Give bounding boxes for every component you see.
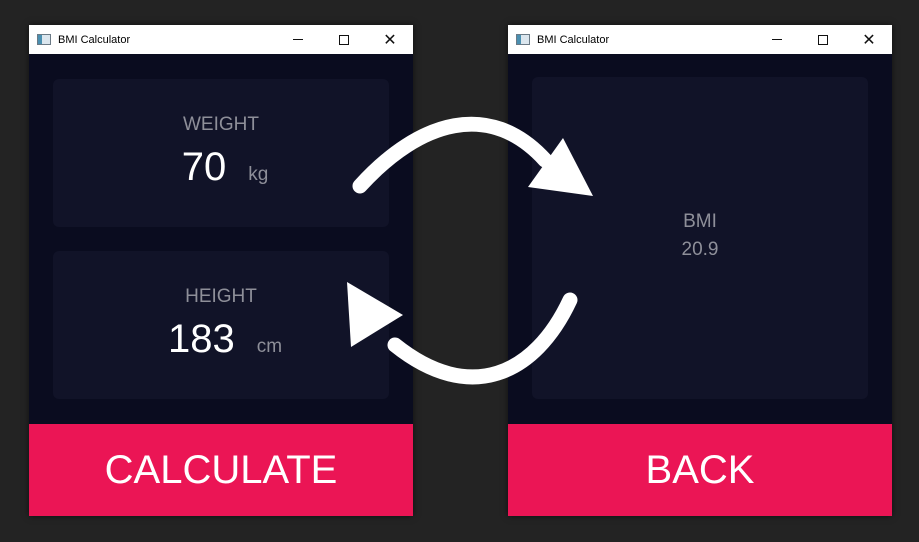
result-window: BMI Calculator ✕ BMI 20.9 BACK bbox=[508, 25, 892, 516]
back-button[interactable]: BACK bbox=[508, 424, 892, 516]
close-icon[interactable]: ✕ bbox=[846, 25, 892, 54]
height-unit: cm bbox=[256, 336, 283, 357]
title-bar[interactable]: BMI Calculator ✕ bbox=[508, 25, 892, 54]
window-title: BMI Calculator bbox=[537, 33, 610, 46]
height-card: HEIGHT 183 cm bbox=[53, 251, 389, 399]
minimize-icon[interactable] bbox=[275, 25, 321, 54]
weight-card: WEIGHT 70 kg bbox=[53, 79, 389, 227]
height-label: HEIGHT bbox=[185, 286, 257, 307]
weight-label: WEIGHT bbox=[183, 114, 259, 135]
app-icon bbox=[516, 34, 530, 45]
height-value: 183 bbox=[167, 317, 235, 361]
stage: BMI Calculator ✕ WEIGHT 70 kg HEIGHT 183… bbox=[0, 0, 919, 542]
maximize-icon[interactable] bbox=[800, 25, 846, 54]
weight-value: 70 bbox=[181, 145, 227, 189]
height-value-row: 183 cm bbox=[61, 317, 389, 362]
bmi-label: BMI bbox=[683, 211, 717, 232]
window-title: BMI Calculator bbox=[58, 33, 131, 46]
calculator-window: BMI Calculator ✕ WEIGHT 70 kg HEIGHT 183… bbox=[29, 25, 413, 516]
app-icon bbox=[37, 34, 51, 45]
minimize-icon[interactable] bbox=[754, 25, 800, 54]
close-icon[interactable]: ✕ bbox=[367, 25, 413, 54]
bmi-result-card: BMI 20.9 bbox=[532, 77, 868, 399]
weight-unit: kg bbox=[248, 164, 269, 185]
title-bar[interactable]: BMI Calculator ✕ bbox=[29, 25, 413, 54]
calculate-button[interactable]: CALCULATE bbox=[29, 424, 413, 516]
maximize-icon[interactable] bbox=[321, 25, 367, 54]
weight-value-row: 70 kg bbox=[61, 145, 389, 190]
bmi-value: 20.9 bbox=[681, 239, 719, 260]
